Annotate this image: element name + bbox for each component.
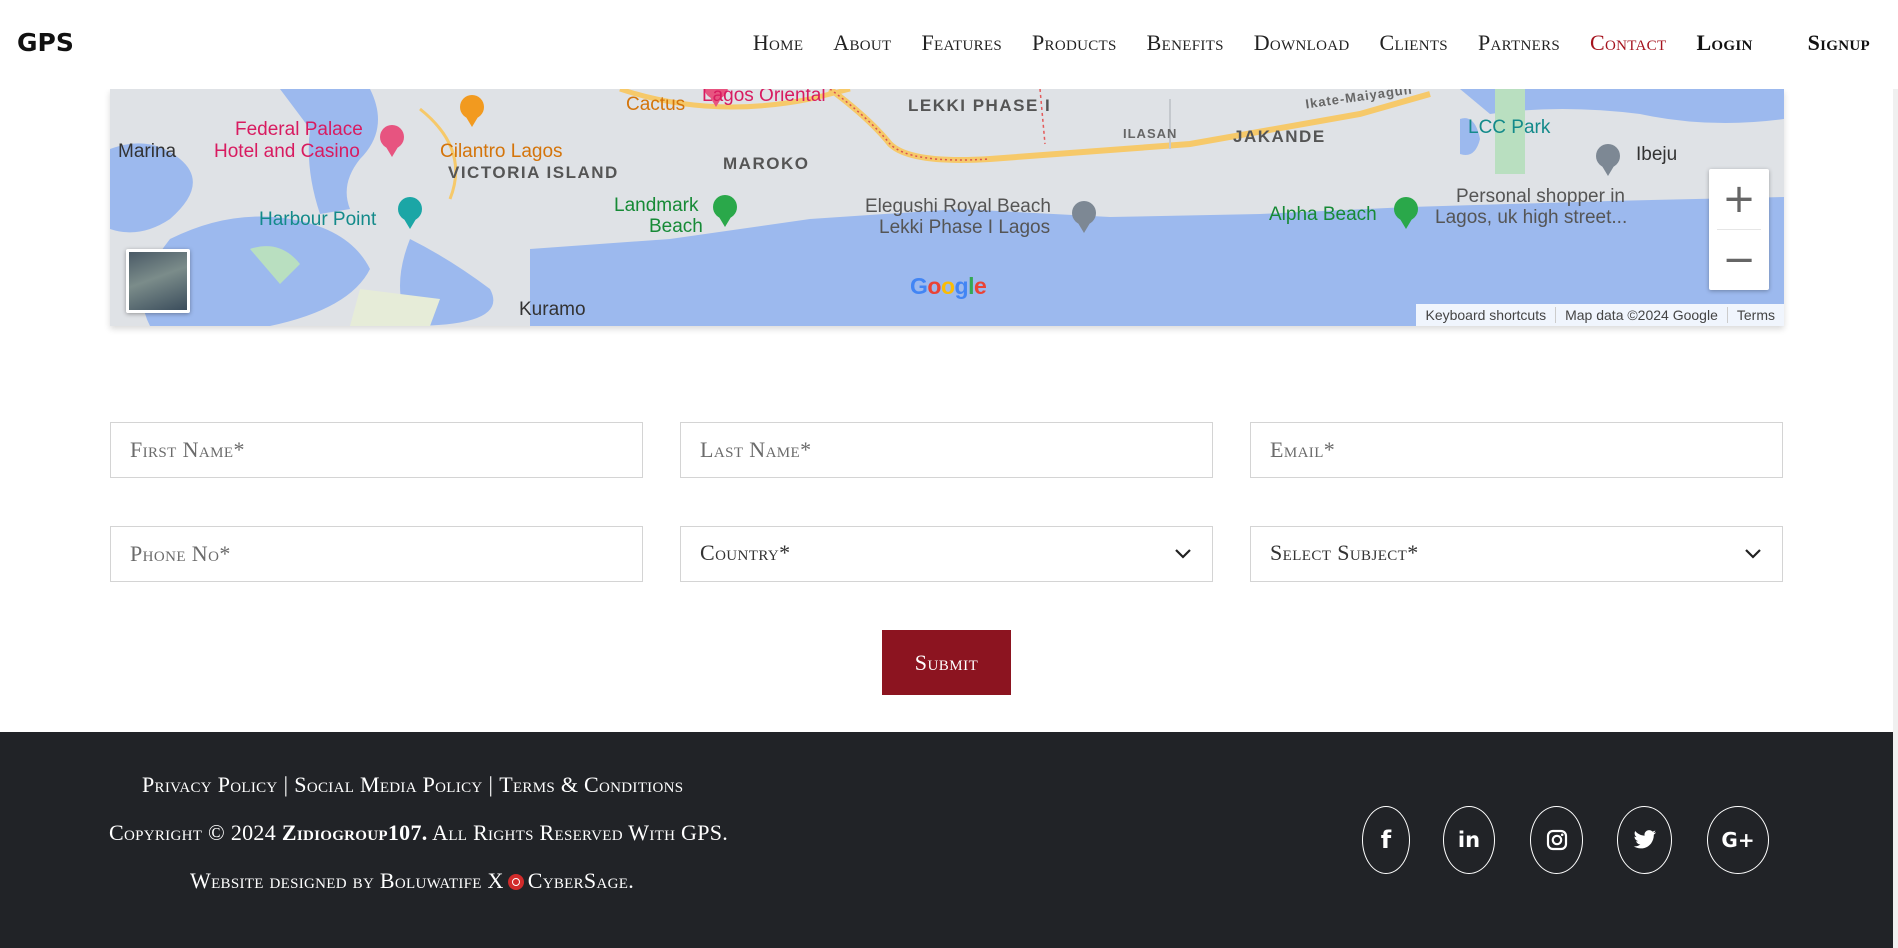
designer-name[interactable]: CyberSage. bbox=[528, 868, 634, 893]
linkedin-glyph: in bbox=[1457, 828, 1481, 852]
map-label: Landmark bbox=[614, 195, 699, 216]
nav-download[interactable]: Download bbox=[1254, 30, 1350, 56]
instagram-icon[interactable] bbox=[1530, 806, 1583, 874]
nav-partners[interactable]: Partners bbox=[1478, 30, 1560, 56]
nav-home[interactable]: Home bbox=[753, 30, 803, 56]
nav-about[interactable]: About bbox=[833, 30, 891, 56]
satellite-toggle-thumbnail[interactable] bbox=[126, 249, 190, 313]
map-label: ILASAN bbox=[1123, 126, 1178, 141]
first-name-input[interactable] bbox=[111, 423, 642, 477]
designer-credit: Website designed by Boluwatife X CyberSag… bbox=[190, 868, 634, 894]
page-scrollbar[interactable] bbox=[1893, 0, 1898, 948]
location-pin-icon-2[interactable] bbox=[1596, 144, 1620, 176]
map-label: MAROKO bbox=[723, 154, 810, 173]
nav-clients[interactable]: Clients bbox=[1380, 30, 1448, 56]
link-separator: | bbox=[283, 772, 289, 797]
twitter-icon[interactable] bbox=[1617, 806, 1672, 874]
keyboard-shortcuts-link[interactable]: Keyboard shortcuts bbox=[1416, 307, 1555, 323]
cybersage-logo-icon bbox=[507, 874, 524, 890]
facebook-icon[interactable]: f bbox=[1362, 806, 1410, 874]
country-select[interactable]: Country* bbox=[680, 526, 1213, 582]
navbar: GPS Home About Features Products Benefit… bbox=[0, 0, 1898, 89]
email-field-wrapper bbox=[1250, 422, 1783, 478]
linkedin-icon[interactable]: in bbox=[1443, 806, 1495, 874]
map-label: VICTORIA ISLAND bbox=[448, 163, 619, 182]
map-label: Marina bbox=[118, 141, 177, 162]
social-media-policy-link[interactable]: Social Media Policy bbox=[294, 772, 482, 797]
last-name-input[interactable] bbox=[681, 423, 1212, 477]
nav-contact[interactable]: Contact bbox=[1590, 30, 1666, 56]
map-label: Kuramo bbox=[519, 299, 586, 320]
google-logo-letter: g bbox=[954, 273, 969, 299]
link-separator: | bbox=[488, 772, 494, 797]
zoom-out-button[interactable]: − bbox=[1709, 230, 1769, 290]
last-name-field-wrapper bbox=[680, 422, 1213, 478]
map-label: Beach bbox=[649, 216, 703, 237]
beach-pin-icon[interactable] bbox=[713, 195, 737, 227]
google-plus-glyph: G+ bbox=[1721, 828, 1755, 852]
footer: Privacy Policy | Social Media Policy | Terms… bbox=[0, 732, 1893, 948]
google-logo: Google bbox=[910, 273, 987, 300]
map-data-text: Map data ©2024 Google bbox=[1555, 307, 1727, 323]
brand-logo[interactable]: GPS bbox=[17, 28, 74, 57]
map-label: Hotel and Casino bbox=[214, 141, 360, 162]
map-label: Elegushi Royal Beach bbox=[865, 196, 1051, 217]
google-map[interactable]: Lagos Oriental LEKKI PHASE I Ikate-Maiya… bbox=[110, 89, 1784, 326]
subject-select[interactable]: Select Subject* bbox=[1250, 526, 1783, 582]
google-logo-letter: e bbox=[973, 273, 987, 299]
map-label: Personal shopper in bbox=[1456, 186, 1625, 207]
email-input[interactable] bbox=[1251, 423, 1782, 477]
copyright-suffix: All Rights Reserved With GPS. bbox=[432, 820, 729, 845]
map-label: Ibeju bbox=[1636, 144, 1678, 165]
map-label: Cilantro Lagos bbox=[440, 141, 563, 162]
map-label: Lagos, uk high street... bbox=[1435, 207, 1628, 228]
map-terms-link[interactable]: Terms bbox=[1726, 307, 1784, 323]
google-logo-letter: o bbox=[927, 273, 941, 299]
map-zoom-controls: + − bbox=[1709, 169, 1769, 290]
country-select-value: Country* bbox=[700, 540, 791, 565]
map-label: Cactus bbox=[626, 94, 686, 115]
map-label: Federal Palace bbox=[235, 119, 363, 140]
copyright-text: Copyright © 2024 Zidiogroup107. All Righ… bbox=[109, 820, 728, 846]
phone-input[interactable] bbox=[111, 527, 642, 581]
instagram-glyph bbox=[1546, 829, 1567, 851]
google-logo-letter: o bbox=[940, 273, 955, 299]
nav-features[interactable]: Features bbox=[922, 30, 1002, 56]
twitter-glyph bbox=[1633, 830, 1656, 849]
zoom-in-button[interactable]: + bbox=[1709, 169, 1769, 229]
first-name-field-wrapper bbox=[110, 422, 643, 478]
policy-links: Privacy Policy | Social Media Policy | Terms… bbox=[142, 772, 683, 798]
terms-conditions-link[interactable]: Terms & Conditions bbox=[499, 772, 683, 797]
map-label: JAKANDE bbox=[1233, 127, 1326, 146]
company-name: Zidiogroup107. bbox=[281, 820, 428, 845]
privacy-policy-link[interactable]: Privacy Policy bbox=[142, 772, 278, 797]
map-label: LCC Park bbox=[1468, 117, 1551, 138]
nav-products[interactable]: Products bbox=[1032, 30, 1117, 56]
google-logo-letter: G bbox=[910, 273, 928, 299]
nav-signup[interactable]: Signup bbox=[1808, 30, 1870, 56]
map-label: Lekki Phase I Lagos bbox=[879, 217, 1051, 238]
submit-button[interactable]: Submit bbox=[882, 630, 1011, 695]
harbour-pin-icon[interactable] bbox=[398, 197, 422, 229]
hotel-pin-icon[interactable] bbox=[380, 125, 404, 157]
facebook-glyph: f bbox=[1380, 826, 1392, 854]
map-label: LEKKI PHASE I bbox=[908, 96, 1052, 115]
nav-login[interactable]: Login bbox=[1696, 30, 1752, 56]
copyright-prefix: Copyright © 2024 bbox=[109, 820, 277, 845]
nav-links: Home About Features Products Benefits Do… bbox=[723, 30, 1870, 56]
nav-benefits[interactable]: Benefits bbox=[1147, 30, 1224, 56]
map-label: Alpha Beach bbox=[1269, 204, 1377, 225]
phone-field-wrapper bbox=[110, 526, 643, 582]
designed-by-text: Website designed by Boluwatife X bbox=[190, 868, 504, 893]
map-attribution: Keyboard shortcuts Map data ©2024 Google… bbox=[1416, 304, 1784, 326]
subject-select-value: Select Subject* bbox=[1270, 540, 1419, 565]
restaurant-pin-icon[interactable] bbox=[460, 95, 484, 127]
map-label: Harbour Point bbox=[259, 209, 377, 230]
google-plus-icon[interactable]: G+ bbox=[1707, 806, 1769, 874]
chevron-down-icon bbox=[1745, 549, 1761, 559]
chevron-down-icon bbox=[1175, 549, 1191, 559]
map-label: Lagos Oriental bbox=[702, 89, 826, 106]
